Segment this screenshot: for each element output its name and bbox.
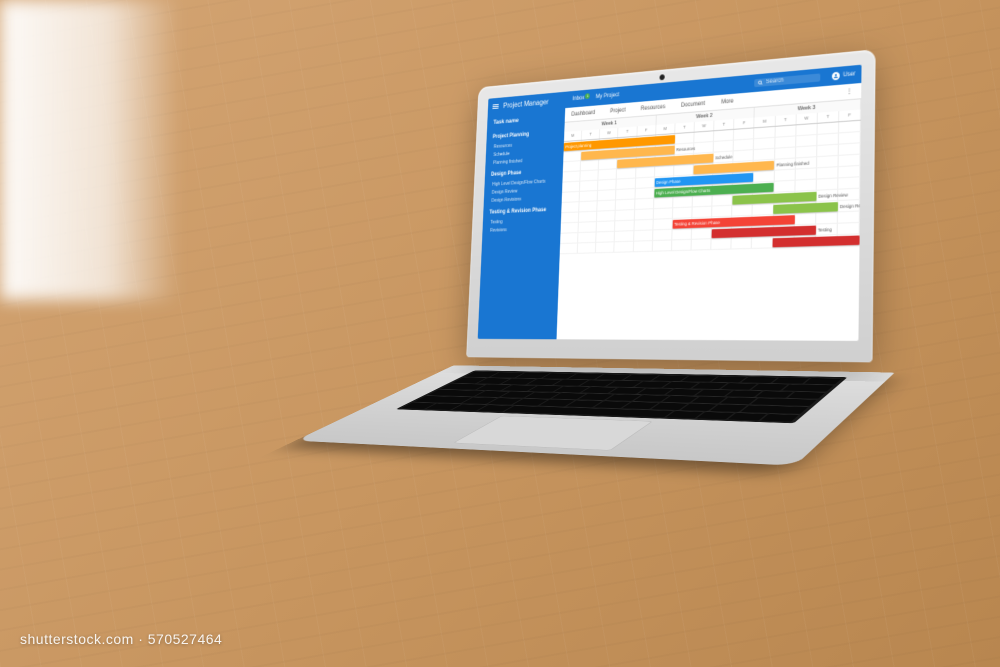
- gantt-grid-column: [752, 127, 775, 249]
- day-header-cell: T: [582, 129, 600, 140]
- day-header-cell: F: [637, 125, 656, 136]
- day-header-cell: T: [775, 114, 796, 126]
- day-header-cell: F: [839, 109, 861, 121]
- tab-resources[interactable]: Resources: [641, 101, 666, 114]
- laptop-screen-frame: Project Manager Inbox 1 My Project: [466, 49, 875, 362]
- hamburger-menu-icon[interactable]: [492, 104, 498, 109]
- tab-dashboard[interactable]: Dashboard: [571, 107, 595, 120]
- gantt-bar-label: Design Revisions: [840, 200, 861, 211]
- app-title: Project Manager: [503, 97, 549, 109]
- day-header-cell: T: [675, 122, 695, 133]
- sidebar-section-title[interactable]: Testing & Revision Phase: [489, 207, 555, 215]
- day-header-cell: T: [618, 126, 637, 137]
- user-menu[interactable]: User: [832, 70, 855, 80]
- gantt-bar-label: Design Review: [818, 190, 848, 201]
- camera-dot: [659, 74, 664, 80]
- day-header-cell: F: [734, 117, 755, 128]
- user-avatar-icon: [832, 72, 840, 81]
- gantt-grid-column: [773, 125, 796, 248]
- watermark: shutterstock.com · 570527464: [20, 631, 222, 647]
- gantt-bar[interactable]: Revisions: [773, 235, 860, 247]
- curtain-blur: [0, 0, 180, 300]
- sidebar: Task name Project PlanningResourcesSched…: [478, 108, 566, 339]
- gantt-grid-column: [794, 124, 817, 248]
- search-input[interactable]: [766, 75, 817, 85]
- gantt-bar[interactable]: Design Revisions: [774, 202, 838, 214]
- day-header-cell: M: [755, 116, 776, 127]
- tab-more[interactable]: More: [721, 95, 734, 108]
- nav-my-project[interactable]: My Project: [592, 92, 622, 100]
- kebab-menu-icon[interactable]: ⋮: [846, 88, 853, 96]
- keyboard: [396, 370, 848, 423]
- day-header-cell: W: [600, 128, 619, 139]
- user-label: User: [843, 71, 856, 78]
- nav-inbox-label: Inbox: [572, 95, 584, 102]
- app-screen: Project Manager Inbox 1 My Project: [478, 65, 862, 341]
- main-panel: Dashboard Project Resources Document Mor…: [557, 83, 862, 341]
- gantt-bar-label: Resources: [676, 144, 695, 154]
- day-header-cell: W: [796, 113, 817, 125]
- day-header-cell: M: [564, 131, 582, 142]
- laptop: Project Manager Inbox 1 My Project: [420, 60, 960, 640]
- gantt-grid-column: [837, 121, 861, 247]
- sidebar-title: Task name: [493, 114, 558, 126]
- tab-document[interactable]: Document: [681, 98, 705, 111]
- day-header-cell: T: [714, 119, 734, 130]
- gantt-body: Project planningResourcesSchedulePlannin…: [560, 121, 861, 255]
- gantt-bar[interactable]: Design Review: [733, 192, 817, 205]
- nav-inbox[interactable]: Inbox 1: [569, 95, 588, 102]
- day-header-cell: M: [656, 124, 675, 135]
- day-header-cell: T: [818, 111, 840, 123]
- gantt-chart: Week 1Week 2Week 3 MTWTFMTWTFMTWTF Proje…: [557, 99, 862, 341]
- inbox-badge: 1: [585, 93, 590, 99]
- sidebar-item[interactable]: Revisions: [488, 224, 554, 235]
- trackpad: [453, 416, 653, 451]
- gantt-bar-label: Planning finished: [776, 159, 809, 170]
- tab-project[interactable]: Project: [610, 104, 626, 116]
- gantt-bar-label: Schedule: [715, 152, 732, 162]
- day-header-cell: W: [695, 121, 715, 132]
- search-icon: [758, 80, 763, 86]
- gantt-grid-column: [816, 122, 839, 247]
- gantt-bar[interactable]: Testing: [712, 226, 816, 239]
- search-box[interactable]: [754, 73, 820, 87]
- gantt-bar-label: Testing: [818, 225, 832, 235]
